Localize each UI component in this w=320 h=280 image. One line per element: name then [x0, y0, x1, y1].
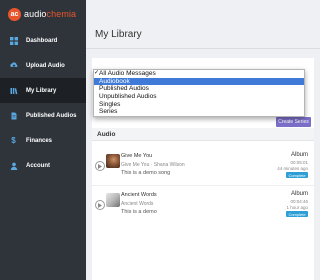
library-icon: [9, 86, 18, 95]
section-label: Audio: [97, 131, 116, 138]
sidebar-item-label: Account: [26, 162, 50, 169]
track-type: Album: [290, 152, 308, 158]
upload-icon: [9, 61, 18, 70]
track-type: Album: [290, 191, 308, 197]
track-description: This is a demo song: [121, 170, 171, 176]
filter-option-audiobook[interactable]: Audiobook: [94, 77, 304, 86]
cover-thumbnail: [106, 154, 120, 168]
document-icon: [9, 111, 18, 120]
filter-option-series[interactable]: Series: [94, 108, 304, 116]
create-series-button[interactable]: Create Series: [276, 117, 311, 127]
list-item[interactable]: Give Me You Give Me You · Shana Wilson T…: [92, 151, 314, 189]
list-item[interactable]: Ancient Words Ancient Words This is a de…: [92, 190, 314, 228]
sidebar-item-label: Dashboard: [26, 37, 58, 44]
logo-icon: ac: [8, 7, 21, 21]
row-divider: [92, 185, 314, 186]
track-subtitle: Ancient Words: [121, 201, 154, 207]
page-title: My Library: [95, 29, 142, 40]
filter-option-singles[interactable]: Singles: [94, 101, 304, 109]
brand-name: audiochemia: [24, 9, 77, 19]
sidebar-item-dashboard[interactable]: Dashboard: [0, 28, 86, 53]
track-title: Ancient Words: [121, 192, 157, 198]
sidebar-item-account[interactable]: Account: [0, 153, 86, 178]
main-content: My Library ✓ All Audio Messages Audiobook…: [86, 0, 320, 280]
brand-logo[interactable]: ac audiochemia: [0, 0, 86, 28]
filter-dropdown: ✓ All Audio Messages Audiobook Published …: [93, 69, 305, 118]
filter-option-all[interactable]: ✓ All Audio Messages: [94, 70, 304, 78]
status-badge: Complete: [286, 211, 308, 217]
track-description: This is a demo: [121, 209, 157, 215]
status-badge: Complete: [286, 172, 308, 178]
track-subtitle: Give Me You · Shana Wilson: [121, 162, 185, 168]
sidebar-item-upload-audio[interactable]: Upload Audio: [0, 53, 86, 78]
sidebar-item-label: My Library: [26, 87, 57, 94]
track-title: Give Me You: [121, 153, 153, 159]
cover-thumbnail: [106, 193, 120, 207]
sidebar-item-label: Upload Audio: [26, 62, 65, 69]
sidebar: ac audiochemia Dashboard Upload Audio My…: [0, 0, 86, 280]
filter-option-published[interactable]: Published Audios: [94, 85, 304, 93]
sidebar-item-finances[interactable]: $ Finances: [0, 128, 86, 153]
play-icon[interactable]: [95, 161, 105, 171]
track-duration: 00:04:46: [290, 199, 308, 204]
dollar-icon: $: [11, 136, 16, 145]
sidebar-item-label: Published Audios: [26, 112, 77, 119]
track-duration: 00:05:01: [290, 160, 308, 165]
check-icon: ✓: [94, 70, 100, 76]
user-icon: [9, 161, 18, 170]
sidebar-item-my-library[interactable]: My Library: [0, 78, 86, 103]
audio-section-header: Audio: [92, 128, 314, 141]
filter-option-unpublished[interactable]: Unpublished Audios: [94, 93, 304, 101]
play-icon[interactable]: [95, 200, 105, 210]
track-updated: 1 hour ago: [286, 205, 308, 210]
sidebar-item-label: Finances: [26, 137, 53, 144]
sidebar-item-published-audios[interactable]: Published Audios: [0, 103, 86, 128]
track-updated: 44 minutes ago: [277, 166, 308, 171]
header-divider: [86, 48, 320, 49]
grid-icon: [9, 36, 18, 45]
